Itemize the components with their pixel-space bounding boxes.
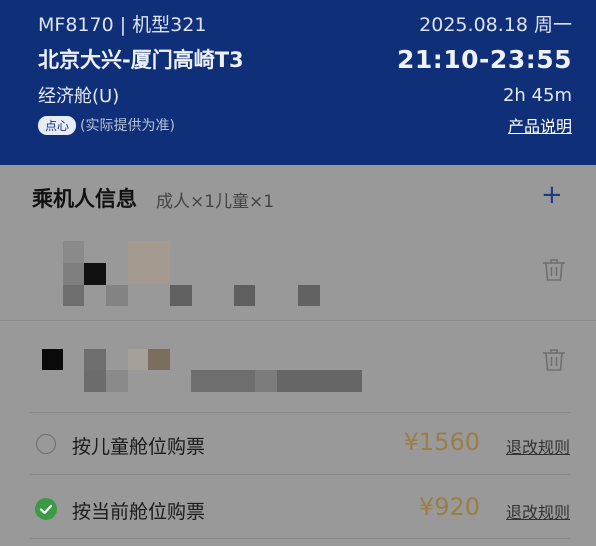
redacted-block [63,285,84,306]
redacted-block [63,241,84,263]
meal-info: 点心 (实际提供为准) [38,115,175,135]
option-label: 按儿童舱位购票 [72,436,206,458]
option-price: ¥920 [418,493,480,521]
redacted-block [42,349,63,370]
trash-icon[interactable] [541,347,567,373]
meal-row: 点心 (实际提供为准) 产品说明 [38,113,572,137]
route: 北京大兴-厦门高崎T3 [38,48,244,72]
cabin-row: 经济舱(U) 2h 45m [38,82,572,108]
redacted-block [84,263,106,285]
plus-icon[interactable]: + [541,181,563,209]
cabin-class: 经济舱(U) [38,86,120,107]
divider [30,412,570,413]
fare-option-current[interactable]: 按当前舱位购票 ¥920 退改规则 [30,490,570,530]
flight-date: 2025.08.18 周一 [419,14,572,36]
product-info-link[interactable]: 产品说明 [508,113,572,137]
redacted-block [84,370,106,392]
redacted-block [106,370,128,392]
radio-unchecked[interactable] [36,434,56,454]
meal-note: (实际提供为准) [80,118,175,134]
redacted-block [84,349,106,370]
divider [30,538,570,539]
refund-rules-link[interactable]: 退改规则 [506,434,570,458]
passenger-section-title: 乘机人信息 [32,187,137,211]
redacted-block [170,285,192,306]
redacted-block [255,370,277,392]
redacted-block [277,370,362,392]
divider [0,320,596,321]
redacted-block [106,285,128,306]
redacted-block [298,285,320,306]
redacted-block [63,263,84,285]
flight-time: 21:10-23:55 [396,44,572,74]
redacted-block [128,349,148,370]
flight-header: MF8170 | 机型321 2025.08.18 周一 北京大兴-厦门高崎T3… [0,0,596,165]
check-icon [39,504,53,515]
redacted-block [234,285,255,306]
divider [30,474,570,475]
fare-option-child[interactable]: 按儿童舱位购票 ¥1560 退改规则 [30,425,570,465]
flight-info-row: MF8170 | 机型321 2025.08.18 周一 [38,10,572,37]
passenger-summary: 成人×1儿童×1 [156,192,275,212]
refund-rules-link[interactable]: 退改规则 [506,499,570,523]
flight-number: MF8170 | 机型321 [38,14,207,36]
option-label: 按当前舱位购票 [72,501,206,523]
redacted-block [191,370,255,392]
meal-badge: 点心 [38,116,77,135]
redacted-block [148,349,170,370]
route-row: 北京大兴-厦门高崎T3 21:10-23:55 [38,44,572,74]
duration: 2h 45m [502,84,572,106]
trash-icon[interactable] [541,257,567,283]
option-price: ¥1560 [403,428,480,456]
redacted-block [128,241,170,284]
radio-checked[interactable] [35,498,57,520]
